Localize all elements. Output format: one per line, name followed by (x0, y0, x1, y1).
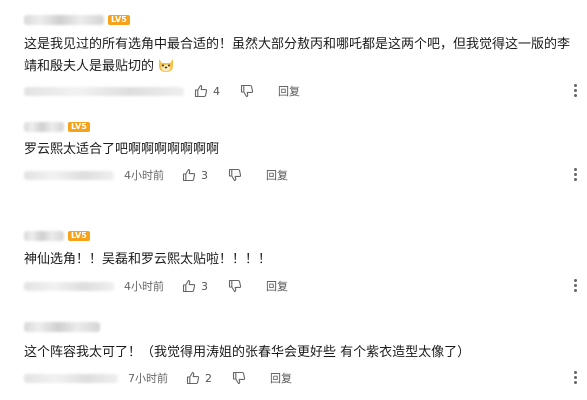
location-blurred (24, 281, 114, 291)
comment-time: 7小时前 (128, 372, 168, 385)
username-blurred[interactable] (24, 15, 104, 25)
comment-body: 罗云熙太适合了吧啊啊啊啊啊啊啊 (24, 142, 220, 157)
dislike-button[interactable] (228, 168, 242, 182)
reply-button[interactable]: 回复 (266, 278, 288, 294)
username-blurred[interactable] (24, 231, 64, 241)
username-blurred[interactable] (24, 122, 64, 132)
dislike-button[interactable] (240, 84, 254, 98)
level-badge: LV5 (68, 231, 90, 241)
thumbs-up-icon[interactable] (182, 168, 196, 182)
comment-author[interactable]: LV5 (24, 120, 90, 134)
like-count: 4 (213, 84, 220, 98)
thumbs-up-icon[interactable] (194, 84, 208, 98)
like-count: 2 (205, 371, 212, 385)
comment-author[interactable]: LV5 (24, 229, 90, 243)
more-vertical-icon[interactable] (573, 279, 577, 292)
like-count: 3 (201, 168, 208, 182)
username-blurred[interactable] (24, 322, 100, 332)
comment-text: 这是我见过的所有选角中最合适的！虽然大部分敖丙和哪吒都是这两个吧，但我觉得这一版… (24, 34, 576, 78)
level-badge: LV5 (108, 15, 130, 25)
thumbs-down-icon[interactable] (228, 279, 242, 293)
reply-button[interactable]: 回复 (278, 83, 300, 99)
thumbs-down-icon[interactable] (240, 84, 254, 98)
time-blurred (24, 86, 184, 96)
comment-meta: 7小时前 2 回复 (24, 369, 292, 387)
reply-button[interactable]: 回复 (266, 167, 288, 183)
more-vertical-icon[interactable] (573, 168, 577, 181)
like-button[interactable]: 3 (182, 279, 208, 293)
like-button[interactable]: 4 (194, 84, 220, 98)
comment-body: 这个阵容我太可了！（我觉得用涛姐的张春华会更好些 有个紫衣造型太像了） (24, 345, 471, 360)
comment-meta: 4小时前 3 回复 (24, 166, 288, 184)
like-button[interactable]: 2 (186, 371, 212, 385)
more-vertical-icon[interactable] (573, 371, 577, 384)
dog-face-icon (157, 57, 175, 73)
reply-button[interactable]: 回复 (270, 370, 292, 386)
comment-body: 神仙选角！！吴磊和罗云熙太贴啦！！！！ (24, 252, 272, 267)
dislike-button[interactable] (228, 279, 242, 293)
dislike-button[interactable] (232, 371, 246, 385)
comment-author[interactable] (24, 320, 100, 334)
more-vertical-icon[interactable] (573, 84, 577, 97)
comment-meta: 4 回复 (24, 82, 300, 100)
like-count: 3 (201, 279, 208, 293)
comment-meta: 4小时前 3 回复 (24, 277, 288, 295)
comment-author[interactable]: LV5 (24, 13, 130, 27)
level-badge: LV5 (68, 122, 90, 132)
location-blurred (24, 170, 114, 180)
location-blurred (24, 373, 118, 383)
comment-time: 4小时前 (124, 280, 164, 293)
comment-body: 这是我见过的所有选角中最合适的！虽然大部分敖丙和哪吒都是这两个吧，但我觉得这一版… (24, 37, 571, 74)
thumbs-down-icon[interactable] (232, 371, 246, 385)
thumbs-up-icon[interactable] (182, 279, 196, 293)
thumbs-down-icon[interactable] (228, 168, 242, 182)
thumbs-up-icon[interactable] (186, 371, 200, 385)
like-button[interactable]: 3 (182, 168, 208, 182)
comment-time: 4小时前 (124, 169, 164, 182)
